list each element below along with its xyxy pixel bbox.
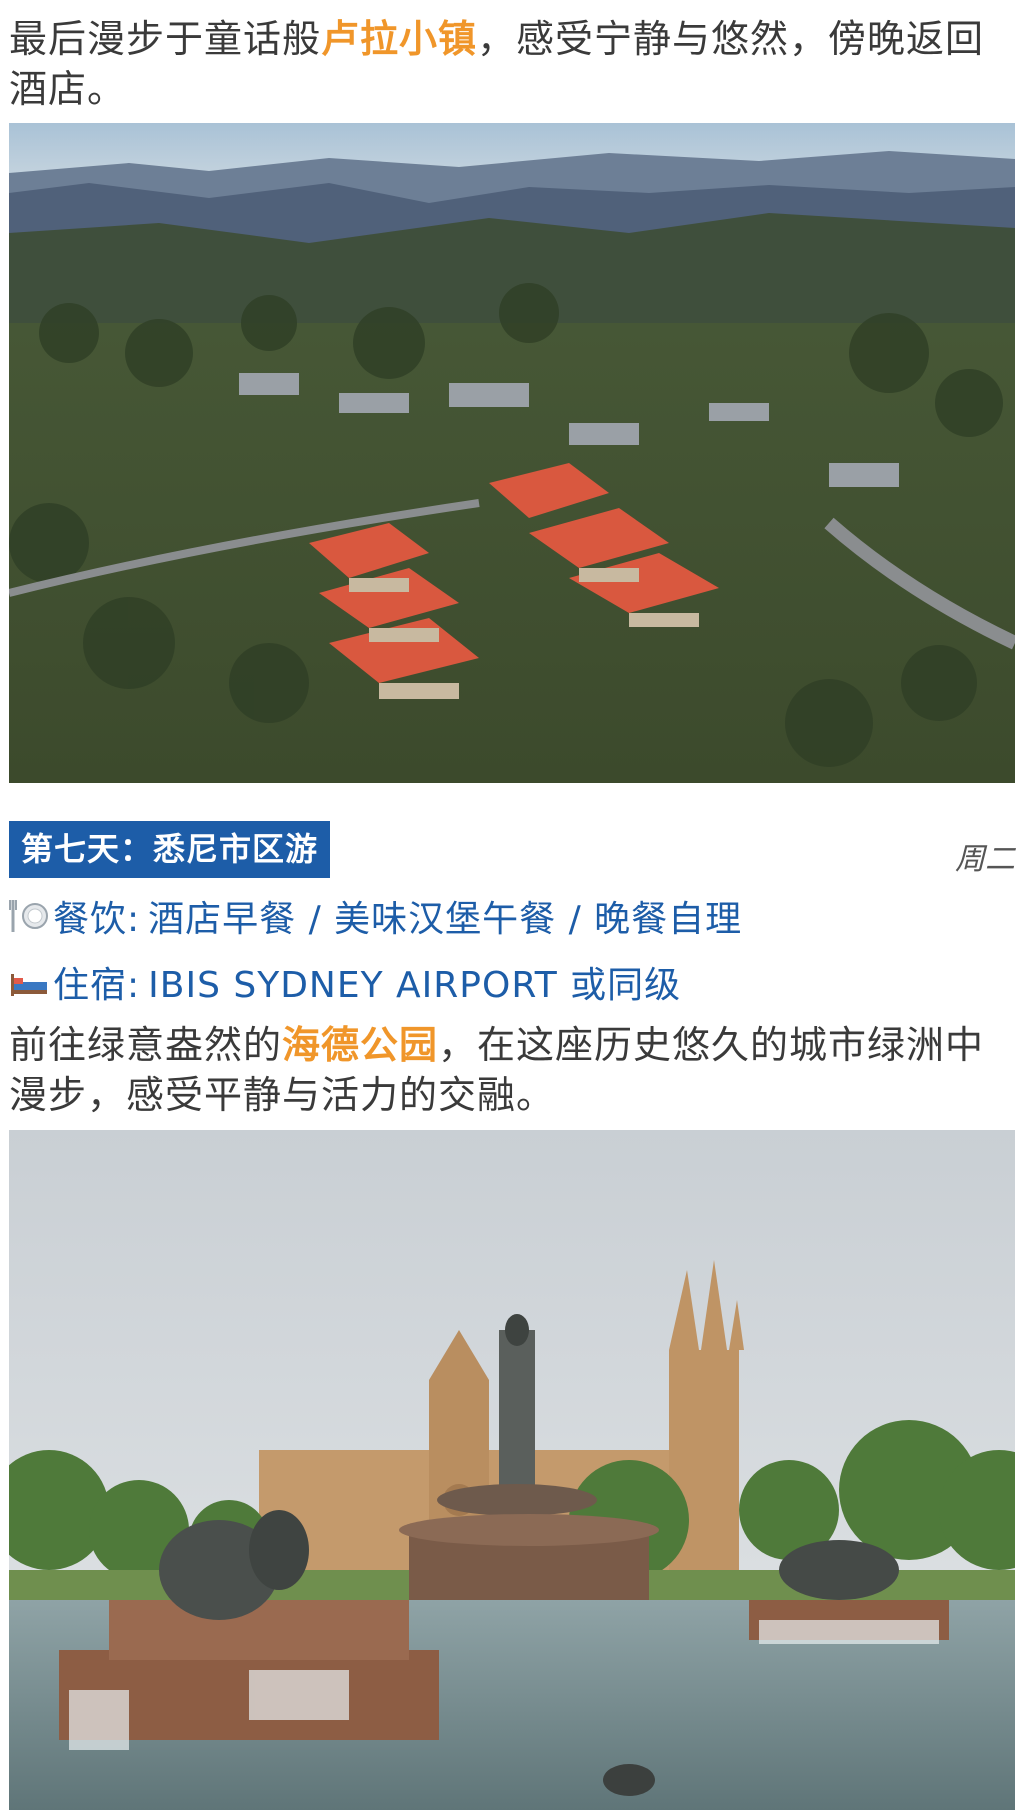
intro-paragraph: 最后漫步于童话般卢拉小镇，感受宁静与悠然，傍晚返回酒店。	[9, 14, 1015, 114]
meals-value: 酒店早餐 / 美味汉堡午餐 / 晚餐自理	[148, 899, 743, 940]
hyde-park-fountain-photo	[9, 1130, 1015, 1810]
weekday-label: 周二	[955, 842, 1015, 877]
hyde-park-highlight: 海德公园	[282, 1023, 439, 1067]
day-description: 前往绿意盎然的海德公园，在这座历史悠久的城市绿洲中漫步，感受平静与活力的交融。	[9, 1020, 1015, 1120]
meals-label: 餐饮:	[53, 899, 141, 940]
leura-town-highlight: 卢拉小镇	[321, 17, 478, 61]
day-title-badge: 第七天：悉尼市区游	[9, 821, 331, 878]
description-text-before: 前往绿意盎然的	[9, 1023, 283, 1067]
intro-text-before: 最后漫步于童话般	[9, 17, 322, 61]
meals-row: 餐饮: 酒店早餐 / 美味汉堡午餐 / 晚餐自理	[9, 891, 742, 941]
bed-icon	[9, 960, 49, 1004]
fork-plate-icon	[9, 894, 49, 938]
lodging-label: 住宿:	[53, 965, 141, 1006]
leura-aerial-photo	[9, 123, 1015, 783]
lodging-value: IBIS SYDNEY AIRPORT 或同级	[148, 965, 682, 1006]
lodging-row: 住宿: IBIS SYDNEY AIRPORT 或同级	[9, 957, 681, 1007]
